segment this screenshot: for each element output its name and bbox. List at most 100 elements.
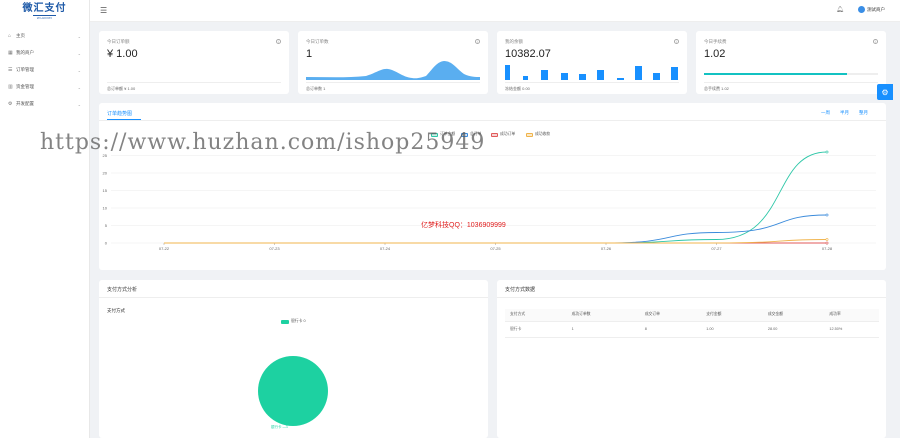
payment-analysis-card: 支付方式分析 支付方式 银行卡 0 银行卡 —1: [99, 280, 488, 438]
y-tick-label: 15: [103, 188, 108, 193]
sidebar-item-merchant[interactable]: ▦ 我的商户 ⌄: [0, 47, 89, 59]
pie-legend-item[interactable]: 银行卡 0: [281, 319, 306, 324]
merchant-icon: ▦: [8, 50, 13, 56]
chevron-down-icon: ⌄: [77, 67, 81, 73]
spark-bar: [561, 73, 568, 80]
code-icon: ⚙: [8, 101, 13, 107]
panel-title: 支付方式分析: [107, 287, 138, 293]
y-tick-label: 25: [103, 153, 108, 158]
stat-card-balance: 我的余额 i 10382.07 冻结金额 0.00: [497, 31, 687, 94]
sidebar-item-orders[interactable]: ☰ 订单管理 ⌄: [0, 64, 89, 76]
spark-bar: [541, 70, 548, 80]
x-tick-label: 07-28: [822, 246, 833, 251]
column-header: 成交金额: [762, 309, 825, 322]
trend-line-chart: 0 5 10 15 20 25 07-22 07-23 07-24 07-25 07-26 07-27…: [103, 150, 876, 251]
chevron-down-icon: ⌄: [77, 84, 81, 90]
settings-gear-button[interactable]: ⚙: [877, 84, 893, 100]
user-name: 测试商户: [867, 6, 885, 12]
x-tick-label: 07-25: [490, 246, 501, 251]
chevron-down-icon: ⌄: [77, 33, 81, 39]
payment-data-card: 支付方式数据 支付方式 成功订单数 成交订单 支付金额 成交金额 成功率 银行卡…: [497, 280, 886, 438]
logo-subtitle: W HUI PAY: [32, 15, 57, 20]
order-count-sparkline: [306, 61, 480, 80]
panel-divider: [497, 297, 886, 298]
sidebar: 微汇支付 W HUI PAY ⌂ 主页 ⌄ ▦ 我的商户 ⌄ ☰ 订单管理 ⌄ …: [0, 0, 90, 438]
logo[interactable]: 微汇支付 W HUI PAY: [0, 0, 89, 22]
logo-title: 微汇支付: [22, 3, 67, 14]
stat-title: 我的余额: [505, 39, 523, 44]
menu-toggle-icon[interactable]: ☰: [100, 6, 107, 15]
gear-icon: ⚙: [881, 87, 889, 97]
spark-bar: [635, 66, 642, 80]
series-line-4: [164, 239, 828, 244]
pie-slice-label: 银行卡 —1: [271, 425, 288, 429]
info-icon[interactable]: i: [873, 39, 878, 44]
table-header-row: 支付方式 成功订单数 成交订单 支付金额 成交金额 成功率: [505, 309, 879, 322]
sidebar-item-label: 资金管理: [16, 84, 34, 89]
info-icon[interactable]: i: [475, 39, 480, 44]
user-menu[interactable]: 测试商户: [858, 6, 885, 13]
spark-bar: [653, 73, 660, 80]
stat-value: 1.02: [704, 48, 726, 60]
x-tick-label: 07-26: [601, 246, 612, 251]
x-tick-label: 07-22: [159, 246, 170, 251]
panel-divider: [99, 297, 488, 298]
stat-value: ¥ 1.00: [107, 48, 138, 60]
sidebar-item-funds[interactable]: ▥ 资金管理 ⌄: [0, 81, 89, 93]
stat-card-order-amount: 今日订单额 i ¥ 1.00 总订单额 ¥ 1.00: [99, 31, 289, 94]
spark-bar: [505, 65, 510, 80]
column-header: 成交订单: [639, 309, 702, 322]
payment-pie-chart: [258, 356, 328, 426]
payment-data-table: 支付方式 成功订单数 成交订单 支付金额 成交金额 成功率 银行卡 1 8 1.…: [505, 309, 879, 338]
fee-progress-fill: [704, 73, 847, 75]
legend-swatch: [281, 319, 289, 324]
sidebar-item-label: 我的商户: [16, 50, 34, 55]
y-tick-label: 10: [103, 205, 108, 210]
sidebar-item-dev[interactable]: ⚙ 开发配置 ⌄: [0, 98, 89, 110]
info-icon[interactable]: i: [276, 39, 281, 44]
spark-bar: [597, 70, 604, 80]
money-icon: ▥: [8, 84, 13, 90]
bell-icon[interactable]: 🔔︎: [836, 6, 844, 13]
sparkline-area: [306, 61, 480, 80]
series-point-4: [825, 238, 829, 241]
chevron-down-icon: ⌄: [77, 101, 81, 107]
table-cell: 1: [566, 321, 640, 338]
panel-title: 支付方式数据: [505, 287, 536, 293]
sidebar-item-label: 主页: [16, 33, 25, 38]
table-cell: 1.00: [701, 321, 763, 338]
table-cell: 银行卡: [505, 321, 567, 338]
table-cell: 12.50%: [824, 321, 879, 338]
x-tick-label: 07-23: [269, 246, 280, 251]
top-header: ☰ 🔔︎ 测试商户: [90, 0, 900, 22]
sidebar-item-home[interactable]: ⌂ 主页 ⌄: [0, 30, 89, 42]
y-tick-label: 20: [103, 170, 108, 175]
spark-bar: [617, 78, 624, 80]
legend-label: 银行卡 0: [291, 319, 306, 323]
stat-footer: 冻结金额 0.00: [505, 82, 679, 94]
info-icon[interactable]: i: [674, 39, 679, 44]
stat-value: 10382.07: [505, 48, 551, 60]
pie-slice-bank-card[interactable]: [258, 356, 328, 426]
stat-title: 今日订单数: [306, 39, 329, 44]
stat-footer: 总订单数 1: [306, 82, 480, 94]
table-row[interactable]: 银行卡 1 8 1.00 28.00 12.50%: [505, 321, 879, 338]
table-cell: 28.00: [762, 321, 825, 338]
chevron-down-icon: ⌄: [77, 50, 81, 56]
fee-progress-track: [704, 73, 878, 75]
contact-text: 亿梦科技QQ：1036909999: [421, 222, 506, 229]
spark-bar: [671, 67, 678, 80]
stat-footer: 总订单额 ¥ 1.00: [107, 82, 281, 94]
balance-bar-sparkline: [505, 65, 678, 80]
y-tick-label: 5: [105, 223, 108, 228]
stat-title: 今日手续费: [704, 39, 727, 44]
column-header: 支付方式: [505, 309, 567, 322]
column-header: 成功率: [824, 309, 879, 322]
series-point-2: [825, 213, 829, 217]
stat-footer: 总手续费 1.02: [704, 82, 878, 94]
stat-card-order-count: 今日订单数 i 1 总订单数 1: [298, 31, 488, 94]
series-point-3: [825, 241, 829, 245]
table-cell: 8: [639, 321, 702, 338]
column-header: 支付金额: [701, 309, 763, 322]
spark-bar: [523, 76, 528, 80]
